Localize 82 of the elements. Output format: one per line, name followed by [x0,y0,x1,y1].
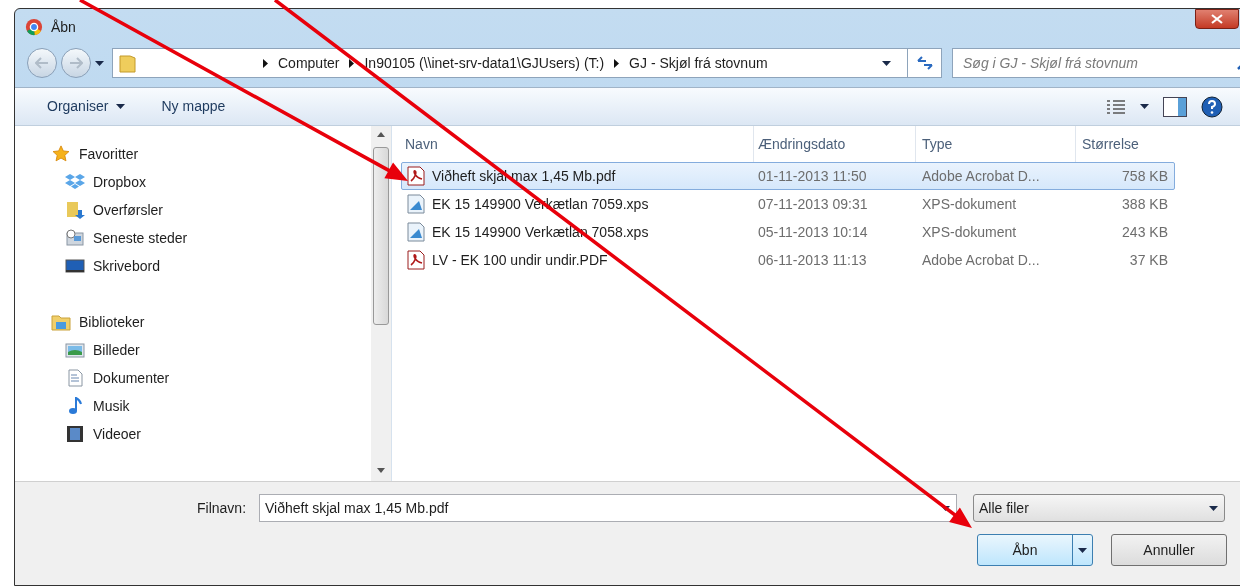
chevron-icon [614,58,620,68]
chevron-icon [349,58,355,68]
history-caret-icon [95,60,104,66]
refresh-icon [915,56,934,70]
nav-item[interactable]: Seneste steder [51,224,371,252]
pdf-file-icon [406,166,426,186]
type-cell-text: XPS-dokument [921,222,1018,242]
date-cell-text: 01-11-2013 11:50 [757,166,868,186]
caret-icon [116,104,126,109]
nav-item[interactable]: Billeder [51,336,371,364]
nav-item[interactable]: Dropbox [51,168,371,196]
dropbox-icon [65,173,85,191]
document-icon [65,369,85,387]
column-header[interactable]: Navn [401,133,753,155]
organise-button[interactable]: Organiser [47,96,126,117]
xps-file-icon [406,222,426,242]
nav-item[interactable]: Overførsler [51,196,371,224]
filename-field[interactable]: Viðheft skjal max 1,45 Mb.pdf [259,494,957,522]
picture-icon [65,341,85,359]
back-arrow-icon [35,57,49,69]
xps-file-icon [406,194,426,214]
star-icon [51,145,71,163]
caret-icon [1209,505,1218,511]
open-button[interactable]: Åbn [977,534,1093,566]
nav-item[interactable]: Musik [51,392,371,420]
preview-pane-button[interactable] [1163,96,1187,117]
filename-label: Filnavn: [197,498,248,518]
forward-arrow-icon [69,57,83,69]
date-cell-text: 07-11-2013 09:31 [757,194,869,214]
details-view-icon [1106,98,1126,115]
dropdown-caret-icon [882,60,891,66]
help-icon[interactable] [1201,95,1223,118]
size-cell-text: 388 KB [1121,194,1169,214]
breadcrumb-item[interactable]: GJ - Skjøl frá stovnum [629,52,768,74]
chevron-icon [263,58,268,68]
scroll-thumb[interactable] [373,147,389,325]
nav-group-header[interactable]: Biblioteker [51,308,371,336]
search-field[interactable]: Søg i GJ - Skjøl frá stovnum [952,48,1240,78]
size-cell-text: 758 KB [1121,166,1169,186]
open-label: Åbn [1011,540,1039,560]
file-row[interactable]: Viðheft skjal max 1,45 Mb.pdf 01-11-2013 11:50 Adobe Acrobat D... 758 KB [401,162,1175,190]
type-cell-text: Adobe Acrobat D... [921,250,1041,270]
size-cell-text: 243 KB [1121,222,1169,242]
film-icon [65,425,85,443]
window-title: Åbn [51,17,76,37]
file-row[interactable]: LV - EK 100 undir undir.PDF 06-11-2013 11:13 Adobe Acrobat D... 37 KB [401,246,1175,274]
desktop-icon [65,257,85,275]
view-options-button[interactable] [1106,98,1149,115]
nav-item[interactable]: Videoer [51,420,371,448]
scroll-down-icon [377,468,385,473]
split-caret-icon [1078,547,1087,553]
breadcrumb-item[interactable]: In90105 (\\inet-srv-data1\GJUsers) (T:) [364,52,605,74]
app-logo-icon [25,18,43,36]
nav-item[interactable]: Dokumenter [51,364,371,392]
folder-download-icon [65,201,85,219]
recent-places-icon [65,229,85,247]
scrollbar[interactable] [371,126,391,481]
new-folder-button[interactable]: Ny mappe [161,96,226,117]
caret-icon [1140,104,1149,109]
pdf-file-icon [406,250,426,270]
address-bar[interactable]: Computer In90105 (\\inet-srv-data1\GJUsers) (T:) GJ - Skjøl frá stovnum [112,48,942,78]
type-cell-text: Adobe Acrobat D... [921,166,1041,186]
filetype-select[interactable]: Alle filer [973,494,1225,522]
cancel-button[interactable]: Annuller [1111,534,1227,566]
nav-item[interactable]: Skrivebord [51,252,371,280]
filename-value: Viðheft skjal max 1,45 Mb.pdf [265,498,449,518]
size-cell-text: 37 KB [1128,250,1169,270]
close-icon [1211,14,1223,24]
date-cell-text: 05-11-2013 10:14 [757,222,869,242]
type-cell-text: XPS-dokument [921,194,1018,214]
pane-icon [1178,97,1186,116]
file-name: Viðheft skjal max 1,45 Mb.pdf [432,166,616,186]
nav-group-header[interactable]: Favoritter [51,140,371,168]
folder-icon [119,53,137,73]
breadcrumb-item[interactable]: Computer [278,52,340,74]
scroll-up-icon [377,132,385,137]
close-button[interactable] [1195,9,1239,29]
library-folder-icon [51,313,71,331]
filetype-value: Alle filer [979,498,1029,518]
date-cell-text: 06-11-2013 11:13 [757,250,868,270]
search-placeholder: Søg i GJ - Skjøl frá stovnum [963,53,1139,73]
file-name: LV - EK 100 undir undir.PDF [432,250,608,270]
